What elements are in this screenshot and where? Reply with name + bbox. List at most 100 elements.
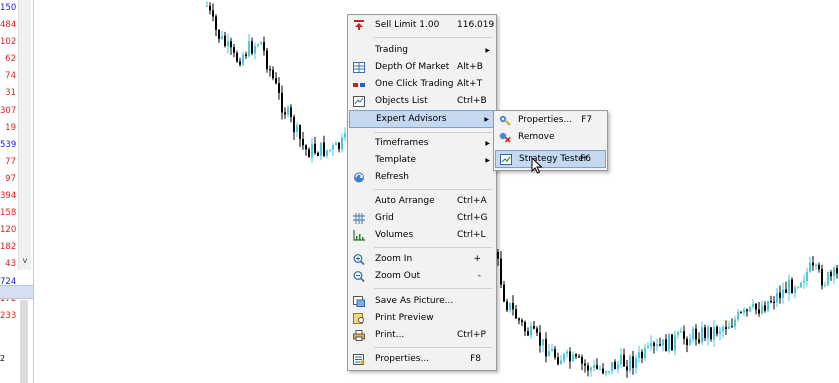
spread-value: 539 — [0, 139, 17, 150]
menu-item-one-click-trading[interactable]: One Click Trading Alt+T — [349, 76, 495, 93]
print-preview-icon — [353, 313, 364, 324]
candle-body — [701, 327, 703, 343]
candle-body — [602, 368, 604, 374]
candle-body — [833, 268, 835, 277]
candle-body — [710, 327, 712, 340]
candle-body — [674, 335, 676, 351]
submenu-arrow-icon: ▶ — [485, 47, 490, 54]
menu-separator — [374, 347, 492, 348]
candle-body — [305, 145, 307, 150]
strategy-tester-icon — [500, 154, 512, 165]
menu-item-label: Print... — [375, 330, 405, 340]
menu-item-shortcut: F8 — [470, 354, 481, 364]
candle-body — [776, 292, 778, 303]
candle-body — [296, 125, 298, 133]
candle-body — [788, 279, 790, 293]
submenu-item-remove[interactable]: Remove — [495, 129, 606, 146]
lower-scrollbar[interactable] — [20, 300, 28, 383]
candle-body — [743, 309, 745, 313]
print-icon — [353, 330, 365, 341]
candle-body — [563, 353, 565, 361]
candle-body — [614, 361, 616, 370]
candle-body — [725, 327, 727, 330]
menu-separator — [374, 247, 492, 248]
menu-item-zoom-in[interactable]: Zoom In + — [349, 251, 495, 268]
candle-body — [512, 302, 514, 310]
menu-item-print-preview[interactable]: Print Preview — [349, 310, 495, 327]
candle-body — [689, 339, 691, 346]
candle-body — [341, 137, 343, 150]
submenu-item-properties[interactable]: Properties... F7 — [495, 112, 606, 129]
menu-item-label: One Click Trading — [375, 79, 454, 89]
candle-body — [533, 326, 535, 329]
menu-item-properties[interactable]: Properties... F8 — [349, 351, 495, 368]
menu-item-label: Volumes — [375, 230, 414, 240]
candle-body — [293, 116, 295, 133]
panel-tab-bar[interactable] — [0, 285, 33, 299]
spread-value: 43 — [5, 259, 16, 270]
candle-body — [605, 371, 607, 374]
menu-item-label: Trading — [375, 45, 409, 55]
candle-body — [290, 107, 292, 117]
candle-body — [299, 125, 301, 139]
candle-body — [596, 365, 598, 369]
candle-body — [287, 107, 289, 115]
menu-item-grid[interactable]: Grid Ctrl+G — [349, 210, 495, 227]
menu-item-objects-list[interactable]: Objects List Ctrl+B — [349, 93, 495, 110]
candle-body — [728, 326, 730, 330]
menu-item-shortcut: Ctrl+A — [457, 196, 487, 206]
menu-separator — [374, 189, 492, 190]
candle-body — [746, 309, 748, 312]
menu-item-sell-limit[interactable]: Sell Limit 1.00 116.019 — [349, 17, 495, 34]
candle-body — [230, 41, 232, 48]
menu-item-trading[interactable]: Trading ▶ — [349, 42, 495, 59]
vertical-scrollbar[interactable]: v — [18, 0, 31, 270]
submenu-arrow-icon: ▶ — [485, 140, 490, 147]
candle-body — [284, 112, 286, 115]
candle-body — [716, 326, 718, 334]
spread-value: 19 — [5, 122, 16, 133]
candle-body — [215, 16, 217, 30]
menu-item-zoom-out[interactable]: Zoom Out - — [349, 268, 495, 285]
spread-value: 31 — [5, 88, 16, 99]
menu-item-label: Timeframes — [375, 138, 429, 148]
menu-item-volumes[interactable]: Volumes Ctrl+L — [349, 227, 495, 244]
candle-body — [677, 332, 679, 336]
menu-item-save-as-picture[interactable]: Save As Picture... — [349, 293, 495, 310]
menu-item-label: Properties... — [375, 354, 430, 364]
candle-body — [704, 327, 706, 338]
submenu-item-strategy-tester[interactable]: Strategy Tester F6 — [495, 150, 606, 168]
candle-body — [626, 366, 628, 371]
candle-body — [719, 331, 721, 334]
menu-item-refresh[interactable]: Refresh — [349, 169, 495, 186]
menu-item-shortcut: F6 — [580, 154, 591, 164]
menu-item-template[interactable]: Template ▶ — [349, 152, 495, 169]
menu-item-timeframes[interactable]: Timeframes ▶ — [349, 135, 495, 152]
zoom-in-icon — [353, 254, 365, 265]
spread-column: 150 484 102 62 74 31 307 19 539 77 97 39… — [0, 0, 17, 325]
candle-body — [827, 272, 829, 285]
candle-body — [590, 367, 592, 371]
candle-body — [803, 281, 805, 283]
lower-panel-value: 2 — [0, 354, 6, 363]
scroll-down-arrow-icon[interactable]: v — [19, 254, 31, 268]
one-click-trading-icon — [353, 83, 365, 87]
candle-body — [629, 356, 631, 371]
menu-item-shortcut: Ctrl+B — [457, 96, 487, 106]
candle-body — [647, 346, 649, 348]
menu-item-depth-of-market[interactable]: Depth Of Market Alt+B — [349, 59, 495, 76]
candle-body — [656, 344, 658, 346]
candle-body — [236, 52, 238, 62]
candle-body — [335, 142, 337, 146]
menu-item-expert-advisors[interactable]: Expert Advisors ▶ — [349, 110, 495, 128]
candle-body — [824, 284, 826, 286]
spread-value: 158 — [0, 208, 17, 219]
candle-body — [272, 69, 274, 79]
menu-item-label: Depth Of Market — [375, 62, 450, 72]
candle-body — [665, 339, 667, 352]
menu-item-auto-arrange[interactable]: Auto Arrange Ctrl+A — [349, 193, 495, 210]
candle-body — [818, 265, 820, 270]
menu-item-print[interactable]: Print... Ctrl+P — [349, 327, 495, 344]
candle-body — [815, 265, 817, 267]
candle-body — [713, 326, 715, 340]
